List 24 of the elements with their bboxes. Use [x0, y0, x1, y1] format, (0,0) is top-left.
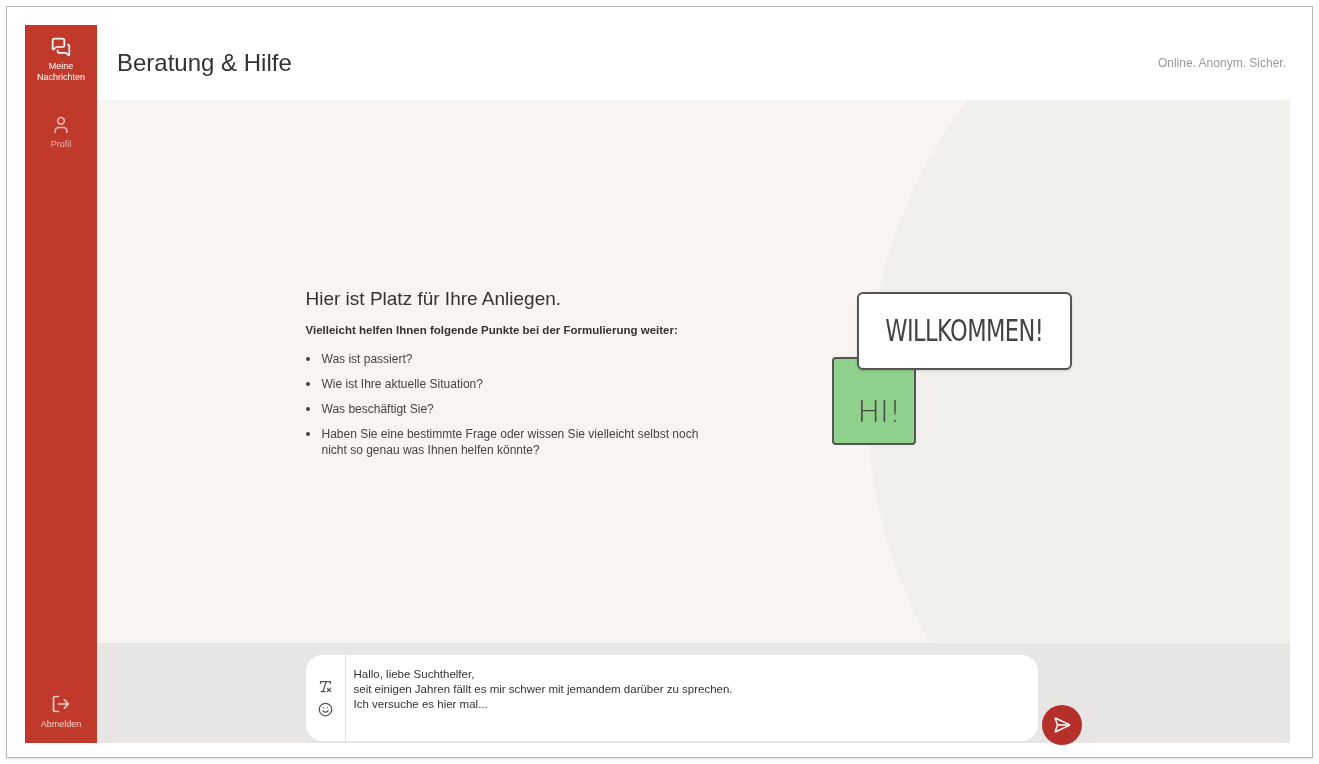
nav-item[interactable]: Profil — [50, 115, 72, 150]
page-title: Beratung & Hilfe — [117, 47, 292, 78]
bullet-icon — [305, 431, 310, 436]
bullet-icon — [305, 381, 310, 386]
send-button[interactable] — [1041, 705, 1082, 745]
hint-point: Haben Sie eine bestimmte Frage oder wissen Sie vielleicht selbst noch nicht so genau was Ihnen helfen könnte? — [305, 425, 726, 458]
bullet-icon — [305, 406, 310, 411]
send-icon — [1052, 716, 1071, 734]
tagline: Online. Anonym. Sicher. — [1157, 54, 1286, 72]
nav-item[interactable]: Meine Nachrichten — [25, 37, 97, 83]
bubble-text: WILLKOMMEN! — [885, 312, 1043, 350]
bullet-icon — [305, 356, 310, 361]
logout-icon — [51, 693, 71, 714]
bubble-text: HI! — [857, 396, 901, 427]
text-format-icon[interactable] — [317, 679, 333, 694]
hint-point: Wie ist Ihre aktuelle Situation? — [305, 375, 726, 392]
person-icon — [51, 115, 71, 135]
hint-point: Was beschäftigt Sie? — [305, 400, 726, 417]
smiley-icon[interactable] — [317, 702, 333, 717]
hint-point: Was ist passiert? — [305, 350, 726, 367]
welcome-heading: Hier ist Platz für Ihre Anliegen. — [305, 287, 563, 312]
intro-text: Vielleicht helfen Ihnen folgende Punkte bei der Formulierung weiter: — [305, 322, 679, 338]
chat-bubbles-icon — [51, 37, 71, 57]
logout-button[interactable]: Abmelden — [40, 693, 82, 731]
